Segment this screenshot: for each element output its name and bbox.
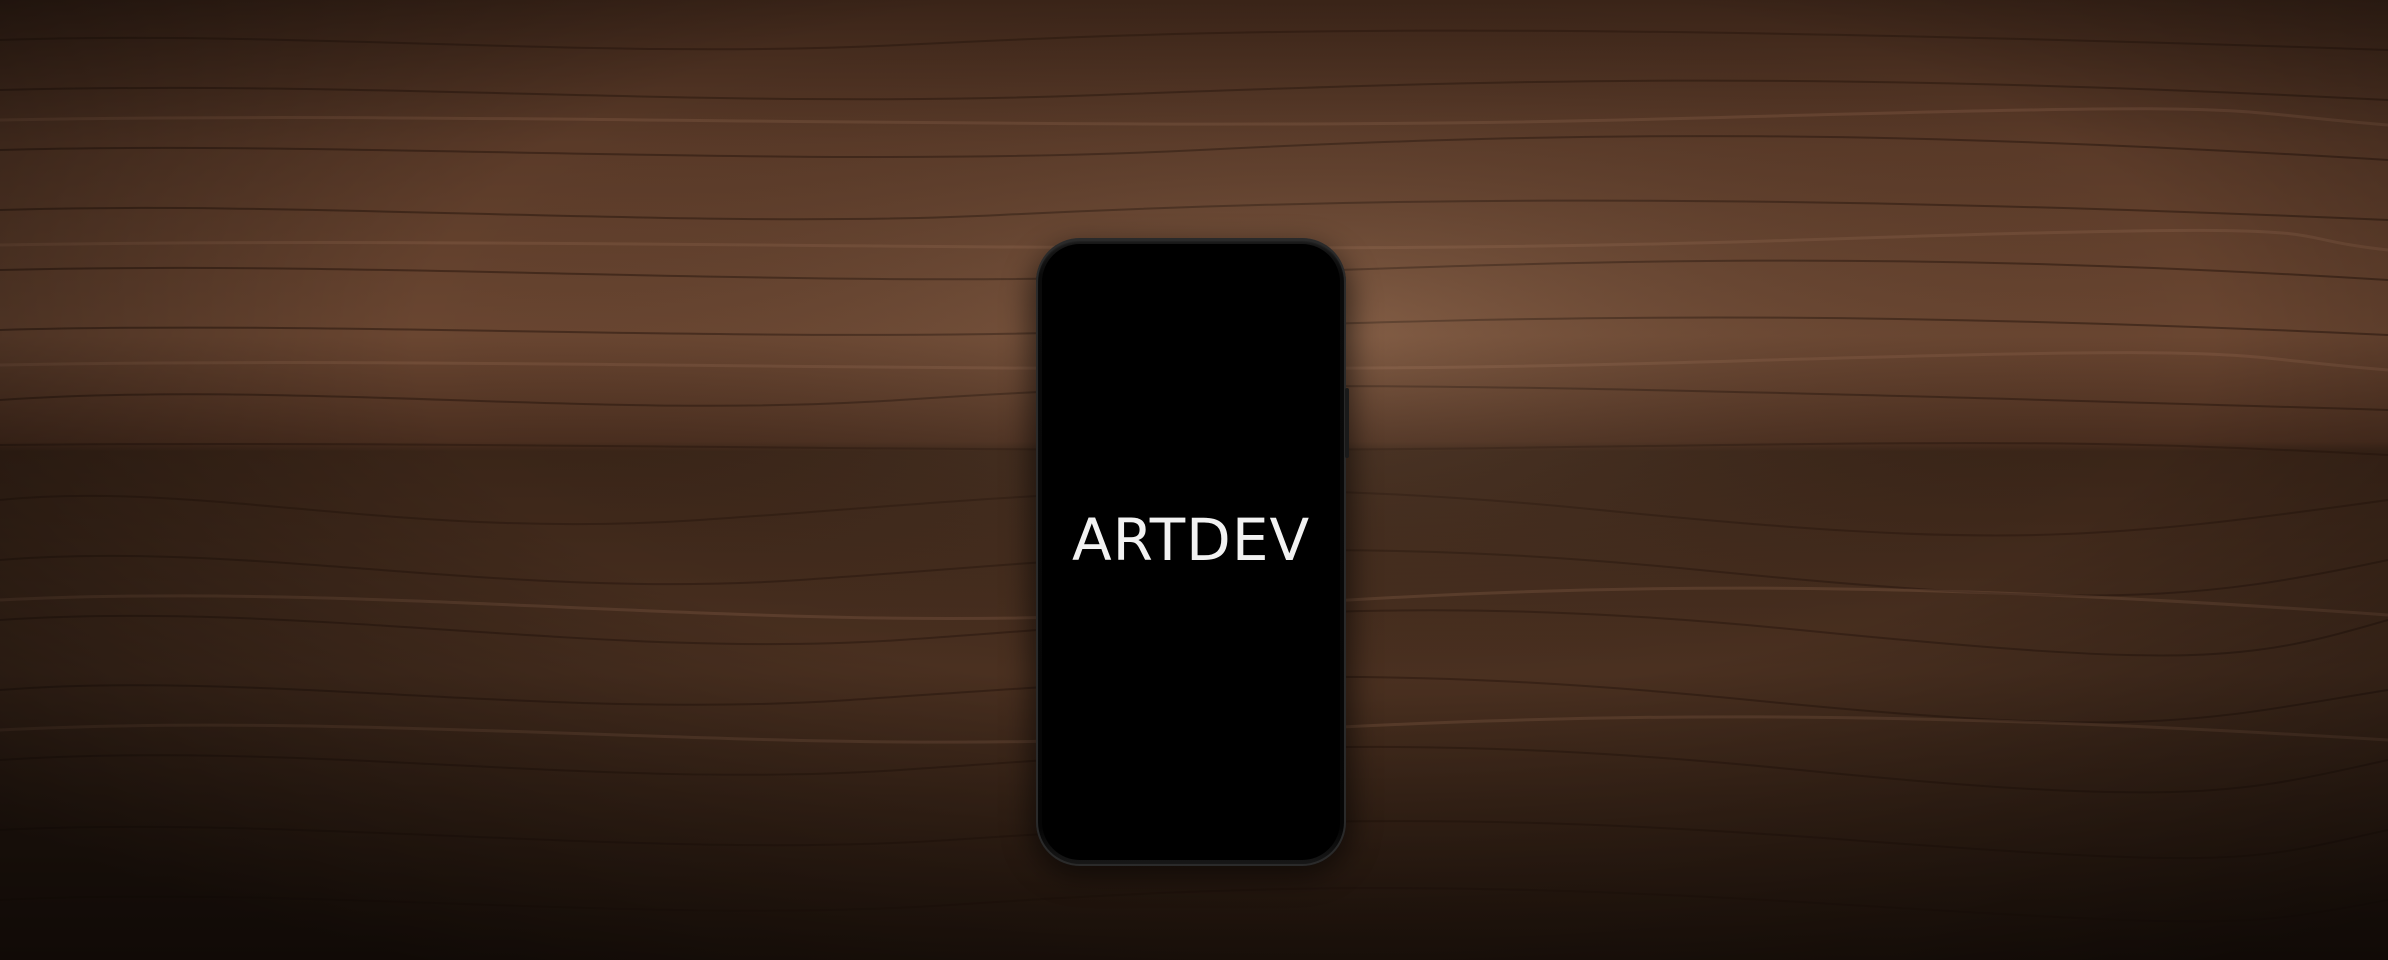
phone-side-button — [1345, 388, 1349, 458]
phone-body: ARTDEV — [1036, 238, 1349, 866]
screen-brand-text: ARTDEV — [1072, 506, 1311, 574]
scene: ARTDEV — [0, 0, 2388, 960]
smartphone: ARTDEV — [1030, 238, 1352, 876]
